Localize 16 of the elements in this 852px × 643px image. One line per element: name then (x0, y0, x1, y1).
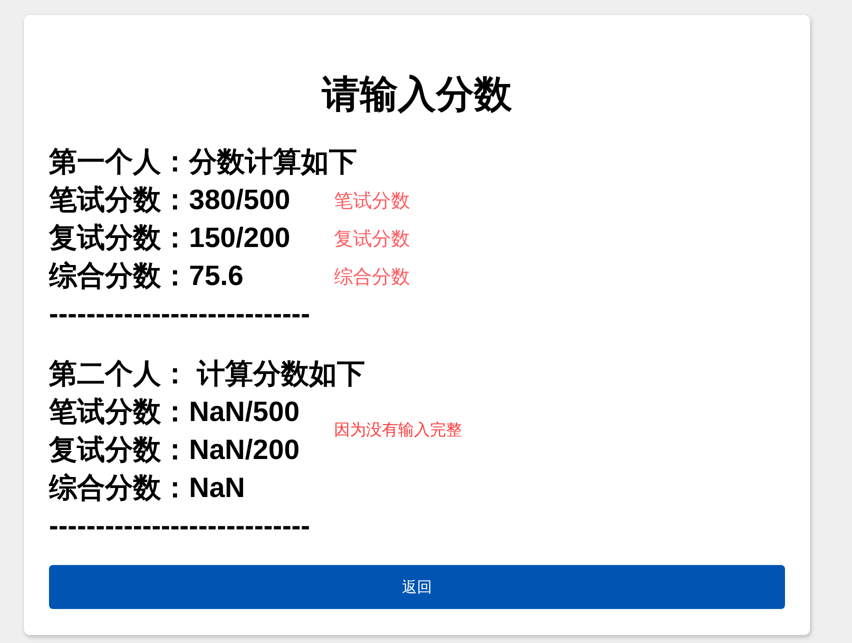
score-line: 复试分数：NaN/200 (49, 433, 300, 467)
person-heading: 第二个人： 计算分数如下 (49, 357, 365, 391)
page-title: 请输入分数 (322, 73, 512, 118)
dash-divider: ---------------------------- (49, 509, 310, 543)
annotation-note: 复试分数 (334, 228, 410, 252)
annotation-note: 综合分数 (334, 266, 410, 290)
back-button[interactable]: 返回 (49, 565, 785, 609)
annotation-note: 因为没有输入完整 (334, 420, 462, 441)
score-line: 综合分数：NaN (49, 471, 246, 505)
annotation-note: 笔试分数 (334, 190, 410, 214)
person-heading: 第一个人：分数计算如下 (49, 145, 357, 179)
score-line: 复试分数：150/200 (49, 221, 290, 255)
dash-divider: ---------------------------- (49, 297, 310, 331)
score-line: 笔试分数：380/500 (49, 183, 290, 217)
score-line: 笔试分数：NaN/500 (49, 395, 300, 429)
score-line: 综合分数：75.6 (49, 259, 244, 293)
